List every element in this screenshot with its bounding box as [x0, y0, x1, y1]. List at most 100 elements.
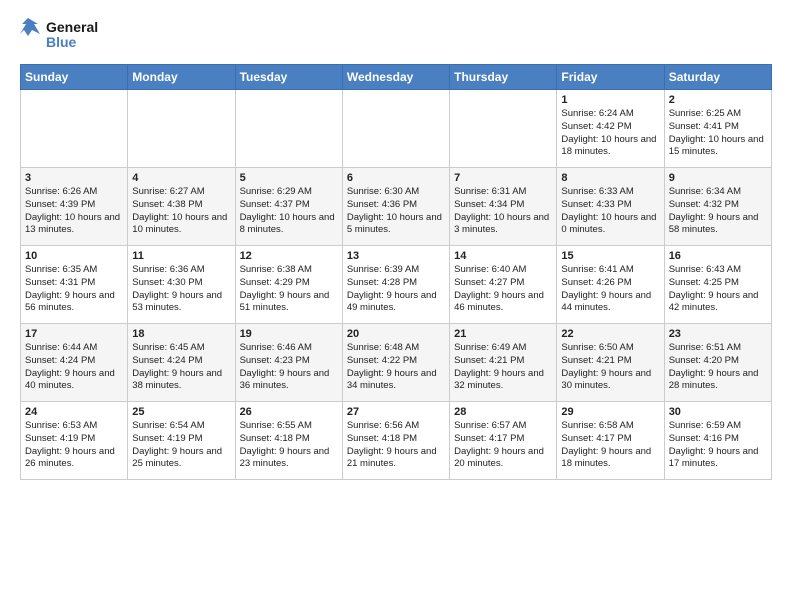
- calendar-cell: [128, 90, 235, 168]
- day-info: Daylight: 10 hours and 0 minutes.: [561, 212, 659, 238]
- day-info: Daylight: 9 hours and 28 minutes.: [669, 368, 767, 394]
- page: General Blue SundayMondayTuesdayWednesda…: [0, 0, 792, 612]
- day-info: Sunrise: 6:29 AM: [240, 186, 338, 199]
- day-info: Sunset: 4:18 PM: [347, 433, 445, 446]
- calendar-cell: 27Sunrise: 6:56 AMSunset: 4:18 PMDayligh…: [342, 402, 449, 480]
- day-info: Daylight: 10 hours and 8 minutes.: [240, 212, 338, 238]
- calendar-week-row: 24Sunrise: 6:53 AMSunset: 4:19 PMDayligh…: [21, 402, 772, 480]
- day-info: Sunset: 4:24 PM: [25, 355, 123, 368]
- day-info: Sunset: 4:37 PM: [240, 199, 338, 212]
- day-info: Sunrise: 6:55 AM: [240, 420, 338, 433]
- day-number: 1: [561, 94, 659, 106]
- day-info: Sunset: 4:36 PM: [347, 199, 445, 212]
- day-info: Sunset: 4:34 PM: [454, 199, 552, 212]
- day-info: Sunrise: 6:31 AM: [454, 186, 552, 199]
- day-number: 24: [25, 406, 123, 418]
- day-number: 5: [240, 172, 338, 184]
- day-number: 30: [669, 406, 767, 418]
- day-info: Daylight: 9 hours and 46 minutes.: [454, 290, 552, 316]
- day-info: Daylight: 9 hours and 38 minutes.: [132, 368, 230, 394]
- day-number: 13: [347, 250, 445, 262]
- calendar-cell: 19Sunrise: 6:46 AMSunset: 4:23 PMDayligh…: [235, 324, 342, 402]
- day-number: 3: [25, 172, 123, 184]
- day-number: 26: [240, 406, 338, 418]
- day-info: Daylight: 9 hours and 30 minutes.: [561, 368, 659, 394]
- calendar-cell: 6Sunrise: 6:30 AMSunset: 4:36 PMDaylight…: [342, 168, 449, 246]
- day-info: Sunrise: 6:48 AM: [347, 342, 445, 355]
- day-info: Daylight: 9 hours and 34 minutes.: [347, 368, 445, 394]
- day-info: Daylight: 9 hours and 42 minutes.: [669, 290, 767, 316]
- day-number: 6: [347, 172, 445, 184]
- calendar-cell: 9Sunrise: 6:34 AMSunset: 4:32 PMDaylight…: [664, 168, 771, 246]
- day-info: Daylight: 9 hours and 23 minutes.: [240, 446, 338, 472]
- day-info: Sunset: 4:42 PM: [561, 121, 659, 134]
- calendar-cell: 13Sunrise: 6:39 AMSunset: 4:28 PMDayligh…: [342, 246, 449, 324]
- day-info: Sunrise: 6:33 AM: [561, 186, 659, 199]
- day-info: Daylight: 9 hours and 58 minutes.: [669, 212, 767, 238]
- day-info: Daylight: 9 hours and 18 minutes.: [561, 446, 659, 472]
- day-info: Sunrise: 6:25 AM: [669, 108, 767, 121]
- day-number: 16: [669, 250, 767, 262]
- day-info: Sunrise: 6:56 AM: [347, 420, 445, 433]
- day-info: Daylight: 10 hours and 3 minutes.: [454, 212, 552, 238]
- svg-text:Blue: Blue: [46, 34, 77, 50]
- day-number: 12: [240, 250, 338, 262]
- day-info: Sunset: 4:17 PM: [561, 433, 659, 446]
- day-info: Daylight: 9 hours and 25 minutes.: [132, 446, 230, 472]
- calendar-cell: 18Sunrise: 6:45 AMSunset: 4:24 PMDayligh…: [128, 324, 235, 402]
- calendar-table: SundayMondayTuesdayWednesdayThursdayFrid…: [20, 64, 772, 480]
- day-info: Sunrise: 6:24 AM: [561, 108, 659, 121]
- calendar-cell: 1Sunrise: 6:24 AMSunset: 4:42 PMDaylight…: [557, 90, 664, 168]
- day-info: Sunrise: 6:54 AM: [132, 420, 230, 433]
- day-info: Daylight: 9 hours and 51 minutes.: [240, 290, 338, 316]
- day-number: 14: [454, 250, 552, 262]
- calendar-cell: 3Sunrise: 6:26 AMSunset: 4:39 PMDaylight…: [21, 168, 128, 246]
- day-info: Sunrise: 6:57 AM: [454, 420, 552, 433]
- calendar-cell: 8Sunrise: 6:33 AMSunset: 4:33 PMDaylight…: [557, 168, 664, 246]
- day-number: 25: [132, 406, 230, 418]
- calendar-cell: 17Sunrise: 6:44 AMSunset: 4:24 PMDayligh…: [21, 324, 128, 402]
- day-info: Daylight: 9 hours and 17 minutes.: [669, 446, 767, 472]
- calendar-week-row: 17Sunrise: 6:44 AMSunset: 4:24 PMDayligh…: [21, 324, 772, 402]
- day-info: Sunrise: 6:46 AM: [240, 342, 338, 355]
- day-number: 23: [669, 328, 767, 340]
- day-info: Daylight: 9 hours and 40 minutes.: [25, 368, 123, 394]
- day-info: Sunrise: 6:39 AM: [347, 264, 445, 277]
- day-info: Daylight: 10 hours and 15 minutes.: [669, 134, 767, 160]
- calendar-cell: 28Sunrise: 6:57 AMSunset: 4:17 PMDayligh…: [450, 402, 557, 480]
- day-info: Sunset: 4:21 PM: [561, 355, 659, 368]
- day-info: Sunset: 4:32 PM: [669, 199, 767, 212]
- day-info: Sunset: 4:16 PM: [669, 433, 767, 446]
- day-info: Daylight: 10 hours and 10 minutes.: [132, 212, 230, 238]
- day-number: 11: [132, 250, 230, 262]
- day-number: 27: [347, 406, 445, 418]
- day-info: Sunrise: 6:58 AM: [561, 420, 659, 433]
- day-info: Sunset: 4:39 PM: [25, 199, 123, 212]
- calendar-cell: [342, 90, 449, 168]
- day-number: 18: [132, 328, 230, 340]
- weekday-header: Tuesday: [235, 65, 342, 90]
- calendar-cell: 7Sunrise: 6:31 AMSunset: 4:34 PMDaylight…: [450, 168, 557, 246]
- calendar-week-row: 10Sunrise: 6:35 AMSunset: 4:31 PMDayligh…: [21, 246, 772, 324]
- day-info: Sunrise: 6:36 AM: [132, 264, 230, 277]
- calendar-cell: 21Sunrise: 6:49 AMSunset: 4:21 PMDayligh…: [450, 324, 557, 402]
- day-info: Sunset: 4:27 PM: [454, 277, 552, 290]
- day-info: Sunset: 4:20 PM: [669, 355, 767, 368]
- day-number: 8: [561, 172, 659, 184]
- day-info: Sunset: 4:28 PM: [347, 277, 445, 290]
- day-info: Sunset: 4:23 PM: [240, 355, 338, 368]
- day-info: Sunrise: 6:51 AM: [669, 342, 767, 355]
- calendar-cell: 26Sunrise: 6:55 AMSunset: 4:18 PMDayligh…: [235, 402, 342, 480]
- day-info: Sunset: 4:19 PM: [132, 433, 230, 446]
- day-info: Sunrise: 6:49 AM: [454, 342, 552, 355]
- day-info: Sunset: 4:25 PM: [669, 277, 767, 290]
- day-number: 29: [561, 406, 659, 418]
- day-info: Daylight: 10 hours and 13 minutes.: [25, 212, 123, 238]
- day-number: 15: [561, 250, 659, 262]
- day-info: Sunrise: 6:27 AM: [132, 186, 230, 199]
- day-info: Daylight: 9 hours and 32 minutes.: [454, 368, 552, 394]
- day-info: Sunset: 4:17 PM: [454, 433, 552, 446]
- day-info: Sunset: 4:38 PM: [132, 199, 230, 212]
- day-info: Daylight: 9 hours and 56 minutes.: [25, 290, 123, 316]
- day-number: 19: [240, 328, 338, 340]
